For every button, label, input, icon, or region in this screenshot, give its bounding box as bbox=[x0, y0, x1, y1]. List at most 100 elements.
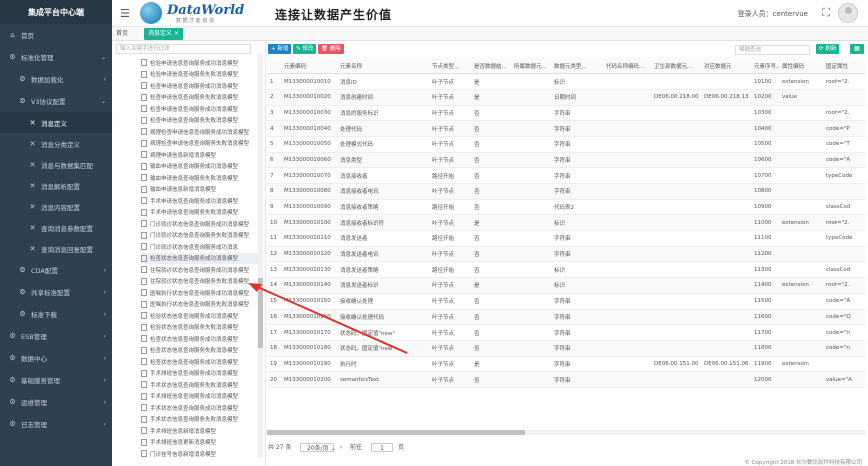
table-row[interactable]: 6 M133000010060 消息类型 叶子节点否 字符串 10600 code="A bbox=[267, 152, 865, 169]
table-row[interactable]: 5 M133000010050 处理模式代码 叶子节点否 字符串 10500 code="T bbox=[267, 136, 865, 153]
column-header[interactable]: 对应数据元 bbox=[701, 58, 751, 75]
tree-node[interactable]: 检验状态信息查询服务失败消息模型 bbox=[141, 322, 259, 333]
table-row[interactable]: 13 M133000010130 消息发送者策略 路径开始否 标识 11300 classC… bbox=[267, 261, 865, 279]
column-header[interactable] bbox=[267, 58, 281, 75]
table-scrollbar[interactable] bbox=[267, 430, 865, 435]
sidebar-item[interactable]: ⚙ 日志管理 ‹ bbox=[0, 413, 112, 435]
table-row[interactable]: 16 M133000010160 接收确认处理代码 叶子节点否 字符串 11600 code… bbox=[267, 309, 865, 326]
fullscreen-icon[interactable]: ⛶ bbox=[822, 6, 830, 20]
tree-node[interactable]: 门诊挂号信息新增消息模型 bbox=[141, 448, 259, 459]
tree-node[interactable]: 手术状态信息查询服务失败消息模型 bbox=[141, 414, 259, 425]
table-row[interactable]: 20 M133000010200 semanticsText 叶子节点否 字符串 1200… bbox=[267, 371, 865, 388]
column-header[interactable]: 元素序号... bbox=[751, 58, 779, 75]
tree-node[interactable]: 检查状态信息查询服务成功消息模型 bbox=[141, 333, 259, 344]
sidebar-item[interactable]: ✕ 消息解析配置 bbox=[0, 175, 112, 196]
sidebar-item[interactable]: ✕ 查询消息回复配置 bbox=[0, 238, 112, 259]
tree-node[interactable]: 病理检查申请信息查询服务成功消息模型 bbox=[141, 126, 259, 137]
tree-node[interactable]: 输血申请信息查询服务成功消息模型 bbox=[141, 161, 259, 172]
tree-node[interactable]: 手术排班信息查询服务成功消息模型 bbox=[141, 368, 259, 379]
search-input[interactable]: 模糊查询 bbox=[735, 45, 810, 55]
tree-node[interactable]: 门诊就诊状态信息查询服务成功消息 bbox=[141, 241, 259, 252]
table-row[interactable]: 12 M133000010120 消息发送者电讯 叶子节点否 字符串 11200 bbox=[267, 246, 865, 263]
table-row[interactable]: 2 M133000010020 消息创建时间 叶子节点是 日期时间 DE06.00.218… bbox=[267, 89, 865, 106]
page-number-input[interactable]: 1 bbox=[371, 443, 393, 452]
table-row[interactable]: 7 M133000010070 消息接收者 路径开始否 字符串 10700 typeCode bbox=[267, 167, 865, 184]
tree-node[interactable]: 检查状态信息查询服务成功消息模型 bbox=[141, 252, 259, 264]
column-header[interactable]: 卫生部数据元... bbox=[651, 58, 701, 75]
sidebar-item[interactable]: ⚙ 数据加载化 ‹ bbox=[0, 68, 112, 90]
tree-node[interactable]: 检查申请信息查询服务失败消息模型 bbox=[141, 92, 259, 103]
tree-node[interactable]: 检验状态信息查询服务成功消息模型 bbox=[141, 310, 259, 321]
column-header[interactable]: 元素名称 bbox=[337, 58, 429, 75]
delete-button[interactable]: 🗑 删除 bbox=[318, 44, 344, 54]
menu-toggle-icon[interactable]: ☰ bbox=[120, 7, 130, 20]
tree-node[interactable]: 检查申请信息查询服务成功消息模型 bbox=[141, 80, 259, 91]
column-header[interactable]: 元素编码 bbox=[281, 58, 337, 75]
tree-node[interactable]: 手术排班信息查询服务成功消息模型 bbox=[141, 391, 259, 402]
sidebar-item[interactable]: ⚙ 基础服务管理 ‹ bbox=[0, 369, 112, 391]
sidebar-item[interactable]: ✕ 查询消息参数配置 bbox=[0, 217, 112, 238]
tree-node[interactable]: 住院就诊状态信息查询服务失败消息模型 bbox=[141, 276, 259, 287]
table-row[interactable]: 9 M133000010090 消息接收者策略 路径开始否 代码表2 10900 class… bbox=[267, 199, 865, 216]
add-button[interactable]: + 新增 bbox=[268, 44, 292, 54]
sidebar-item[interactable]: ⚙ 标准化管理 ⌄ bbox=[0, 46, 112, 68]
tree-node[interactable]: 手术排班信息新增消息模型 bbox=[141, 425, 259, 436]
column-header[interactable]: 固定属性 bbox=[823, 58, 865, 75]
table-row[interactable]: 4 M133000010040 处理代码 叶子节点否 字符串 10400 code="P bbox=[267, 120, 865, 137]
column-header[interactable]: 属性编码 bbox=[779, 58, 823, 75]
sidebar-item[interactable]: ⌂ 首页 bbox=[0, 24, 112, 46]
table-row[interactable]: 17 M133000010170 状态码，固定值"new" 叶子节点否 字符串 11700… bbox=[267, 324, 865, 341]
avatar[interactable] bbox=[838, 3, 858, 23]
table-row[interactable]: 3 M133000010030 消息的服务标识 叶子节点否 字符串 10300 root="… bbox=[267, 105, 865, 122]
edit-button[interactable]: ✎ 修改 bbox=[293, 44, 317, 54]
page-size-select[interactable]: 20条/页 ⌄ bbox=[300, 443, 336, 452]
table-row[interactable]: 18 M133000010180 状态码，固定值"new" 叶子节点否 字符串 11800… bbox=[267, 340, 865, 357]
tree-node[interactable]: 输血申请信息查询服务失败消息模型 bbox=[141, 172, 259, 183]
tab-home[interactable]: 首页 bbox=[112, 28, 132, 40]
refresh-button[interactable]: ⟳ 刷新 bbox=[816, 44, 840, 54]
table-row[interactable]: 15 M133000010150 接收确认处理 叶子节点否 字符串 11500 code="… bbox=[267, 293, 865, 310]
column-header[interactable]: 数据元类型... bbox=[551, 58, 603, 75]
prev-page-button[interactable]: ‹ bbox=[340, 443, 342, 453]
tree-node[interactable]: 手术状态信息查询服务失败消息模型 bbox=[141, 379, 259, 390]
tree-scrollbar[interactable] bbox=[258, 53, 263, 458]
table-scroll-thumb[interactable] bbox=[267, 430, 525, 435]
tree-node[interactable]: 医嘱执行状态信息查询服务失败消息模型 bbox=[141, 299, 259, 310]
table-row[interactable]: 10 M133000010100 消息接收者标识符 叶子节点是 标识 11000 exten… bbox=[267, 214, 865, 232]
columns-icon[interactable]: ▦ bbox=[850, 44, 864, 54]
tree-scroll-thumb[interactable] bbox=[258, 278, 263, 348]
tree-filter-input[interactable]: 输入关键字进行过滤 bbox=[116, 44, 251, 54]
table-row[interactable]: 19 M133000010190 执行时 叶子节点是 字符串 DE06.00.151.00… bbox=[267, 356, 865, 373]
tree-node[interactable]: 手术申请信息查询服务成功消息模型 bbox=[141, 195, 259, 206]
tree-node[interactable]: 检查申请信息查询服务失败消息模型 bbox=[141, 115, 259, 126]
table-row[interactable]: 1 M133000010010 消息ID 叶子节点是 标识 10100 extension r… bbox=[267, 73, 865, 90]
table-row[interactable]: 14 M133000010140 消息发送者标识 叶子节点是 标识 11400 extens… bbox=[267, 277, 865, 294]
table-row[interactable]: 8 M133000010080 消息接收者电讯 叶子节点否 字符串 10800 bbox=[267, 183, 865, 200]
column-header[interactable]: 是否数据结... bbox=[471, 58, 511, 75]
sidebar-item[interactable]: ⚙ 标准下载 ‹ bbox=[0, 303, 112, 325]
tree-node[interactable]: 手术状态信息查询服务成功消息模型 bbox=[141, 402, 259, 413]
sidebar-item[interactable]: ⚙ CDA配置 ‹ bbox=[0, 259, 112, 281]
tree-node[interactable]: 检验申请信息查询服务失败消息模型 bbox=[141, 69, 259, 80]
tab-message-definition[interactable]: 消息定义 × bbox=[144, 28, 183, 40]
sidebar-item[interactable]: ✕ 消息分类定义 bbox=[0, 133, 112, 154]
tree-node[interactable]: 医嘱执行状态信息查询服务成功消息模型 bbox=[141, 287, 259, 298]
column-header[interactable]: 所属数据元... bbox=[511, 58, 551, 75]
tree-node[interactable]: 病理申请信息新增消息模型 bbox=[141, 149, 259, 160]
tree-node[interactable]: 输血申请信息新增消息模型 bbox=[141, 184, 259, 195]
tree-node[interactable]: 手术排班信息更新消息模型 bbox=[141, 437, 259, 448]
tree-node[interactable]: 检查状态信息查询服务失败消息模型 bbox=[141, 345, 259, 356]
sidebar-item[interactable]: ✕ 消息定义 bbox=[0, 112, 112, 133]
sidebar-item[interactable]: ⚙ 数据中心 ‹ bbox=[0, 347, 112, 369]
tree-node[interactable]: 检验申请信息查询服务成功消息模型 bbox=[141, 57, 259, 68]
tree-node[interactable]: 病理检查申请信息查询服务失败消息模型 bbox=[141, 138, 259, 149]
tree-node[interactable]: 门诊就诊状态信息查询服务成功消息模型 bbox=[141, 218, 259, 229]
sidebar-item[interactable]: ⚙ ESB管理 ‹ bbox=[0, 325, 112, 347]
sidebar-item[interactable]: ✕ 消息内容配置 bbox=[0, 196, 112, 217]
sidebar-item[interactable]: ⚙ V3协议配置 ⌄ bbox=[0, 90, 112, 112]
sidebar-item[interactable]: ✕ 消息与数据集匹配 bbox=[0, 154, 112, 175]
tree-node[interactable]: 检查状态信息查询服务成功消息模型 bbox=[141, 356, 259, 367]
tree-node[interactable]: 门诊就诊状态信息查询服务失败消息模型 bbox=[141, 230, 259, 241]
tree-node[interactable]: 检查申请信息查询服务成功消息模型 bbox=[141, 103, 259, 114]
tree-node[interactable]: 住院就诊状态信息查询服务成功消息模型 bbox=[141, 264, 259, 275]
